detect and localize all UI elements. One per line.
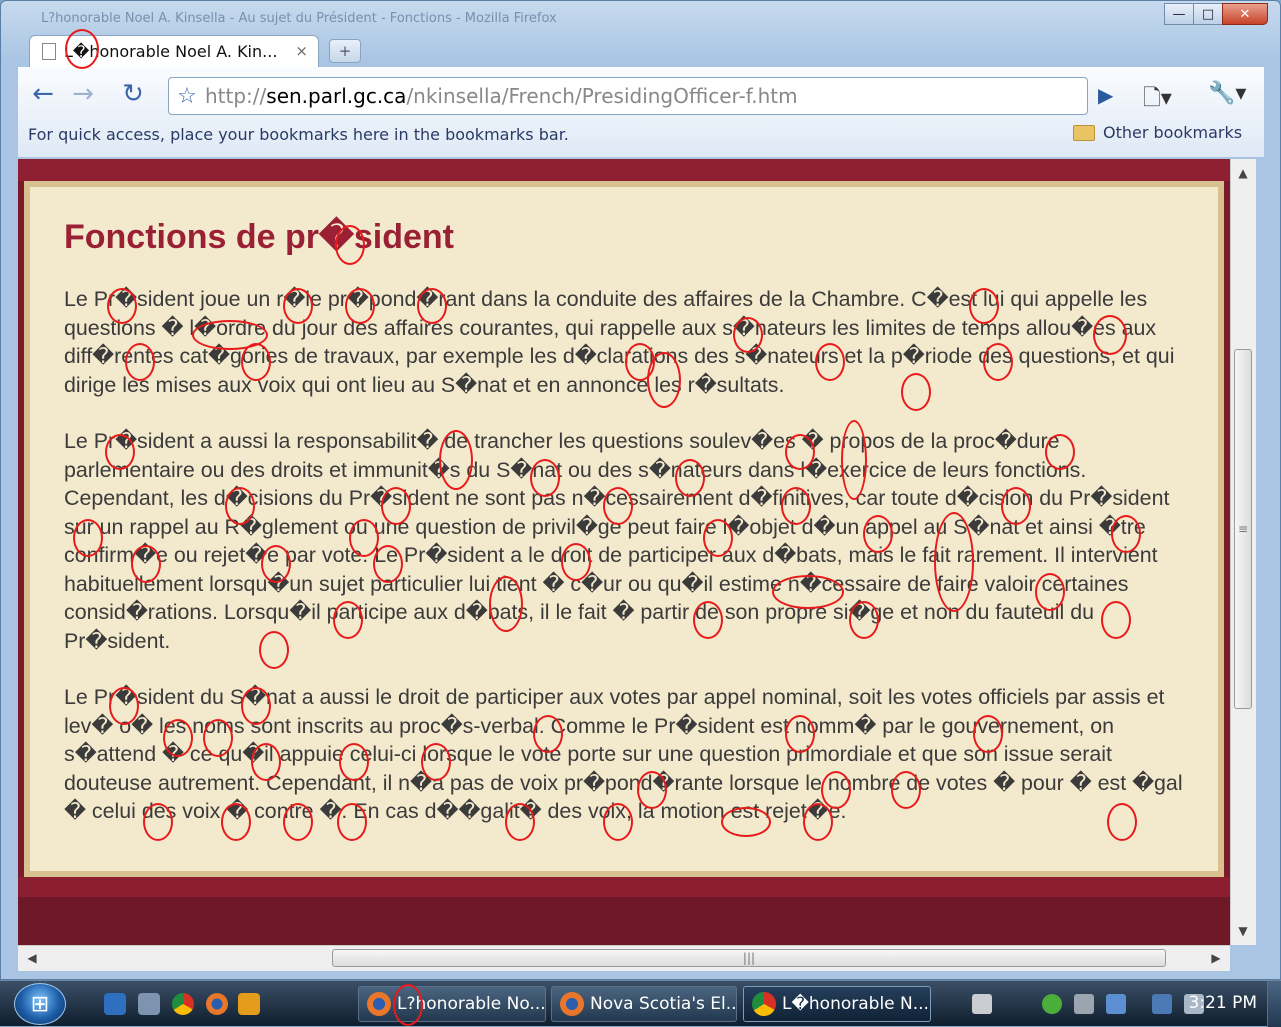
taskbar-item-chrome[interactable]: L�honorable N...: [743, 986, 931, 1022]
scroll-right-icon[interactable]: ▶: [1204, 946, 1228, 970]
paragraph-1: Le Pr�sident joue un r�le pr�pond�rant d…: [64, 287, 1175, 397]
show-desktop-icon[interactable]: [104, 993, 126, 1015]
other-bookmarks-label: Other bookmarks: [1103, 123, 1243, 142]
url-host: sen.parl.gc.ca: [266, 84, 407, 108]
chrome-icon[interactable]: [172, 993, 194, 1015]
tab-close-icon[interactable]: ×: [295, 42, 308, 60]
vertical-scroll-thumb[interactable]: ≡: [1234, 349, 1252, 709]
address-bar[interactable]: ☆ http://sen.parl.gc.ca/nkinsella/French…: [168, 77, 1088, 115]
url-path: /nkinsella/French/PresidingOfficer-f.htm: [406, 84, 798, 108]
other-bookmarks[interactable]: Other bookmarks: [1073, 123, 1242, 142]
switch-windows-icon[interactable]: [138, 993, 160, 1015]
horizontal-scrollbar[interactable]: ◀ ||| ▶: [18, 945, 1230, 971]
url-text[interactable]: http://sen.parl.gc.ca/nkinsella/French/P…: [205, 84, 798, 108]
firefox-icon: [367, 992, 391, 1016]
toolbar: ← → ↻ ☆ http://sen.parl.gc.ca/nkinsella/…: [18, 67, 1264, 157]
forward-button[interactable]: →: [68, 79, 98, 109]
pen-icon[interactable]: [1074, 994, 1094, 1014]
scroll-left-icon[interactable]: ◀: [20, 946, 44, 970]
page-content: Fonctions de pr�sident Le Pr�sident joue…: [18, 159, 1230, 945]
folder-icon: [1073, 124, 1095, 141]
clock[interactable]: 3:21 PM: [1189, 993, 1258, 1013]
network-icon[interactable]: [1152, 994, 1172, 1014]
back-button[interactable]: ←: [28, 79, 58, 109]
window-controls: — □ ✕: [1164, 3, 1268, 25]
bookmarks-hint: For quick access, place your bookmarks h…: [28, 125, 569, 144]
chrome-icon: [752, 992, 776, 1016]
page-menu-icon[interactable]: 🗋▾: [1143, 81, 1172, 119]
start-button[interactable]: ⊞: [14, 983, 66, 1025]
bookmark-star-icon[interactable]: ☆: [169, 84, 205, 109]
bottom-band: [18, 877, 1230, 945]
horizontal-scroll-thumb[interactable]: |||: [332, 949, 1166, 967]
vertical-scrollbar[interactable]: ▲ ≡ ▼: [1230, 159, 1256, 945]
firefox-icon[interactable]: [206, 993, 228, 1015]
tab-active[interactable]: L�honorable Noel A. Kin... ×: [29, 35, 319, 67]
paragraph-2: Le Pr�sident a aussi la responsabilit� d…: [64, 429, 1170, 653]
scroll-down-icon[interactable]: ▼: [1231, 919, 1255, 943]
minimize-button[interactable]: —: [1164, 3, 1194, 25]
maximize-button[interactable]: □: [1193, 3, 1223, 25]
monitor-icon[interactable]: [1106, 994, 1126, 1014]
taskbar: ⊞ L?honorable No... Nova Scotia's El... …: [0, 980, 1281, 1027]
content-panel: Fonctions de pr�sident Le Pr�sident joue…: [24, 181, 1224, 877]
tab-title: L�honorable Noel A. Kin...: [64, 42, 278, 61]
top-band: [18, 159, 1230, 181]
taskbar-item-label: L?honorable No...: [397, 994, 546, 1014]
close-button[interactable]: ✕: [1222, 3, 1268, 25]
taskbar-item-label: Nova Scotia's El...: [590, 994, 737, 1014]
paragraph-3: Le Pr�sident du S�nat a aussi le droit d…: [64, 685, 1183, 823]
taskbar-item-label: L�honorable N...: [782, 994, 929, 1014]
browser-window: L?honorable Noel A. Kinsella - Au sujet …: [0, 0, 1281, 980]
page-icon: [42, 43, 56, 60]
reload-button[interactable]: ↻: [118, 79, 148, 109]
url-scheme: http://: [205, 84, 267, 108]
wrench-menu-icon[interactable]: 🔧▾: [1208, 81, 1246, 106]
scroll-up-icon[interactable]: ▲: [1231, 161, 1255, 185]
keyboard-icon[interactable]: [972, 994, 992, 1014]
taskbar-item-firefox-2[interactable]: Nova Scotia's El...: [551, 986, 737, 1022]
media-player-icon[interactable]: [238, 993, 260, 1015]
taskbar-item-firefox-1[interactable]: L?honorable No...: [358, 986, 546, 1022]
window-title: L?honorable Noel A. Kinsella - Au sujet …: [41, 11, 557, 26]
firefox-icon: [560, 992, 584, 1016]
page-title: Fonctions de pr�sident: [64, 218, 454, 256]
show-desktop-button[interactable]: [1267, 981, 1281, 1027]
go-icon[interactable]: ▶: [1098, 83, 1113, 107]
security-icon[interactable]: [1042, 994, 1062, 1014]
new-tab-button[interactable]: +: [329, 39, 361, 63]
